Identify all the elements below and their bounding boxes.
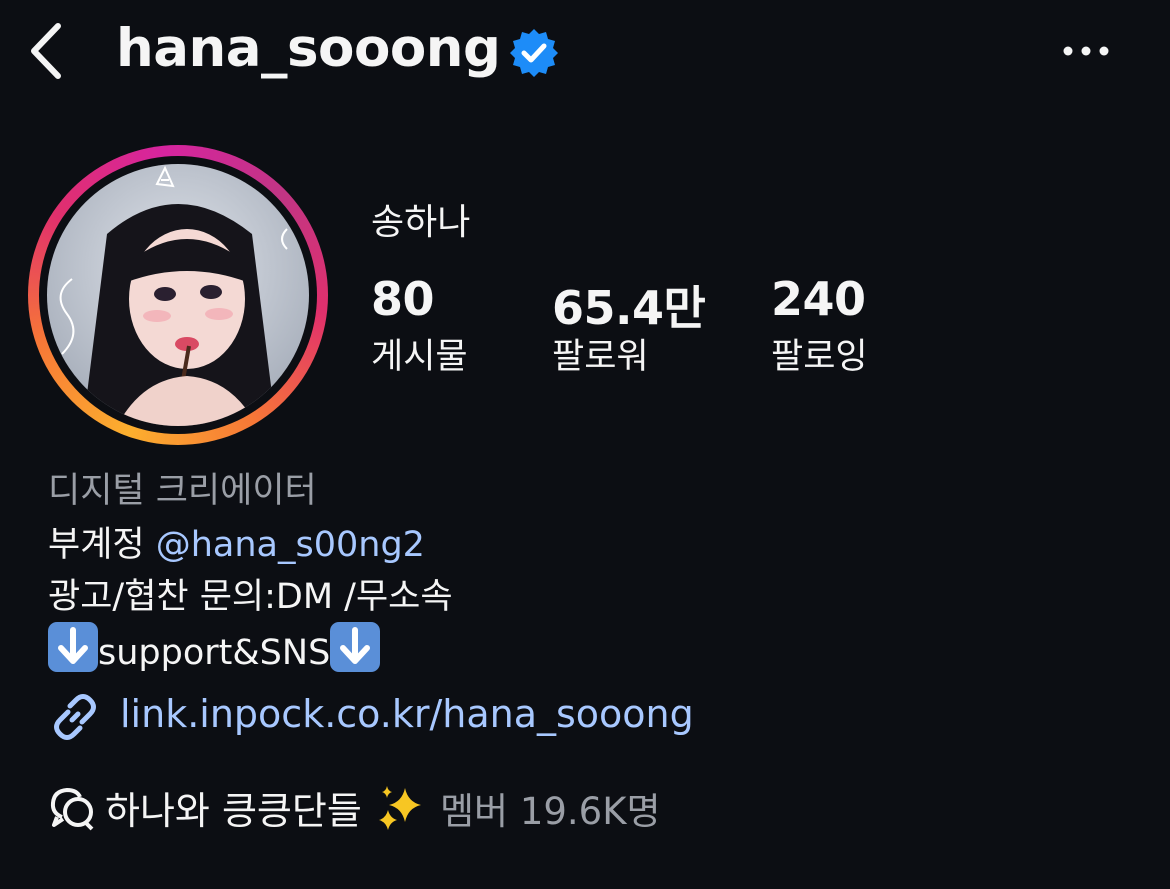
more-horizontal-icon	[1063, 46, 1109, 56]
bio-line: support&SNS	[48, 622, 381, 673]
profile-link[interactable]: link.inpock.co.kr/hana_sooong	[120, 692, 694, 736]
bio-text: support&SNS	[98, 633, 331, 673]
broadcast-channel-icon	[48, 783, 98, 833]
bio-text: 부계정	[48, 525, 156, 565]
following-count[interactable]: 240	[771, 272, 866, 326]
posts-label[interactable]: 게시물	[371, 328, 468, 379]
back-button[interactable]	[22, 20, 70, 82]
bio-line: 부계정 @hana_s00ng2	[48, 516, 425, 567]
bio-line: 광고/협찬 문의:DM /무소속	[48, 577, 453, 617]
secondary-account-mention[interactable]: @hana_s00ng2	[156, 525, 425, 565]
more-options-button[interactable]	[1058, 26, 1114, 76]
down-arrow-emoji-icon	[330, 622, 381, 672]
link-icon	[48, 690, 102, 744]
profile-category: 디지털 크리에이터	[48, 471, 317, 511]
display-name: 송하나	[371, 202, 471, 243]
chevron-left-icon	[31, 23, 61, 79]
broadcast-channel-members: 멤버 19.6K명	[440, 790, 661, 833]
verified-badge-icon	[508, 27, 560, 79]
down-arrow-emoji-icon	[48, 622, 98, 672]
followers-label[interactable]: 팔로워	[552, 328, 649, 379]
posts-count[interactable]: 80	[371, 272, 435, 326]
following-label[interactable]: 팔로잉	[771, 328, 868, 379]
username-title: hana_sooong	[116, 18, 501, 79]
avatar[interactable]	[47, 164, 309, 426]
sparkles-icon	[375, 782, 427, 834]
broadcast-channel-name[interactable]: 하나와 킁킁단들	[105, 780, 362, 835]
